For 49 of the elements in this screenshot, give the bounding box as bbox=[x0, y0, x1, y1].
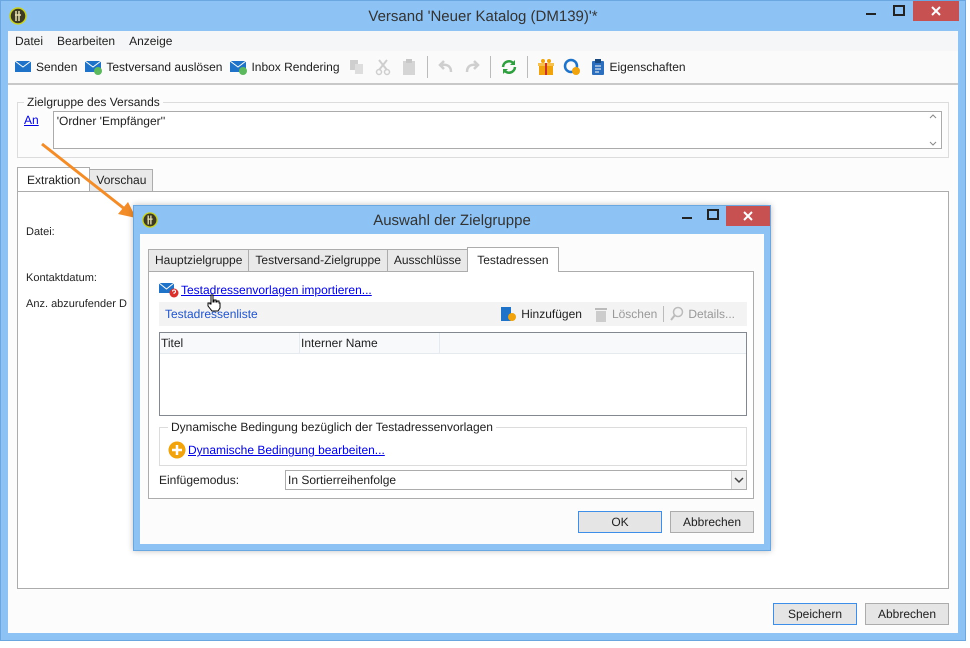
tab[interactable]: Vorschau bbox=[89, 169, 154, 191]
list-action-button[interactable]: Hinzufügen bbox=[493, 306, 588, 322]
target-value: 'Ordner 'Empfänger'' bbox=[56, 114, 166, 128]
envelope-check-icon bbox=[85, 59, 104, 75]
tab[interactable]: Testversand-Zielgruppe bbox=[248, 249, 388, 271]
tab[interactable]: Extraktion bbox=[17, 167, 90, 192]
menu-item[interactable]: Datei bbox=[15, 34, 44, 48]
toolbar-button[interactable]: Testversand auslösen bbox=[82, 57, 226, 77]
condition-link[interactable]: Dynamische Bedingung bearbeiten... bbox=[188, 443, 385, 457]
contact-add-icon bbox=[499, 306, 518, 322]
plus-icon bbox=[168, 441, 186, 459]
toolbar-button[interactable]: Eigenschaften bbox=[586, 57, 689, 77]
target-field[interactable]: 'Ordner 'Empfänger'' bbox=[52, 111, 942, 149]
group-title: Zielgruppe des Versands bbox=[26, 95, 161, 109]
dialog-button[interactable]: Abbrechen bbox=[865, 603, 949, 625]
caret-icon[interactable] bbox=[731, 471, 746, 489]
dialog-button[interactable]: Speichern bbox=[773, 603, 857, 625]
recipient-link[interactable]: An bbox=[24, 113, 39, 127]
close-icon[interactable] bbox=[726, 206, 770, 226]
tab[interactable]: Testadressen bbox=[467, 247, 559, 272]
search-icon bbox=[670, 306, 684, 322]
toolbar-button[interactable]: Inbox Rendering bbox=[227, 57, 343, 77]
dialog-button[interactable]: Abbrechen bbox=[670, 511, 754, 533]
field-label: Einfügemodus: bbox=[159, 473, 240, 487]
menu-item[interactable]: Bearbeiten bbox=[57, 34, 116, 48]
envelope-check-icon bbox=[230, 59, 248, 75]
group-title: Dynamische Bedingung bezüglich der Testadressenvorlagen bbox=[170, 420, 494, 434]
tab[interactable]: Ausschlüsse bbox=[386, 249, 468, 271]
envelope-help-icon bbox=[159, 282, 179, 298]
field-label: Kontaktdatum: bbox=[26, 272, 97, 284]
field-label: Anz. abzurufender D bbox=[26, 298, 127, 310]
window-title: Versand 'Neuer Katalog (DM139)'* bbox=[368, 8, 598, 24]
column-header[interactable]: Titel bbox=[160, 333, 300, 353]
toolbar-button[interactable]: Senden bbox=[12, 57, 80, 77]
list-title: Testadressenliste bbox=[165, 307, 258, 321]
trash-icon bbox=[594, 306, 608, 322]
import-link[interactable]: Testadressenvorlagen importieren... bbox=[181, 283, 372, 297]
envelope-icon bbox=[15, 59, 33, 75]
field-label: Datei: bbox=[26, 226, 55, 238]
app-logo-icon bbox=[142, 212, 158, 228]
close-icon[interactable] bbox=[913, 1, 959, 21]
column-header[interactable]: Interner Name bbox=[300, 333, 440, 353]
menu-item[interactable]: Anzeige bbox=[129, 34, 172, 48]
app-logo-icon bbox=[9, 7, 27, 25]
address-table[interactable]: Titel Interner Name bbox=[159, 332, 747, 416]
tab[interactable]: Hauptzielgruppe bbox=[148, 249, 250, 271]
insert-mode-dropdown[interactable]: In Sortierreihenfolge bbox=[285, 470, 747, 490]
dialog-button[interactable]: OK bbox=[578, 511, 662, 533]
dialog-title: Auswahl der Zielgruppe bbox=[373, 212, 531, 228]
